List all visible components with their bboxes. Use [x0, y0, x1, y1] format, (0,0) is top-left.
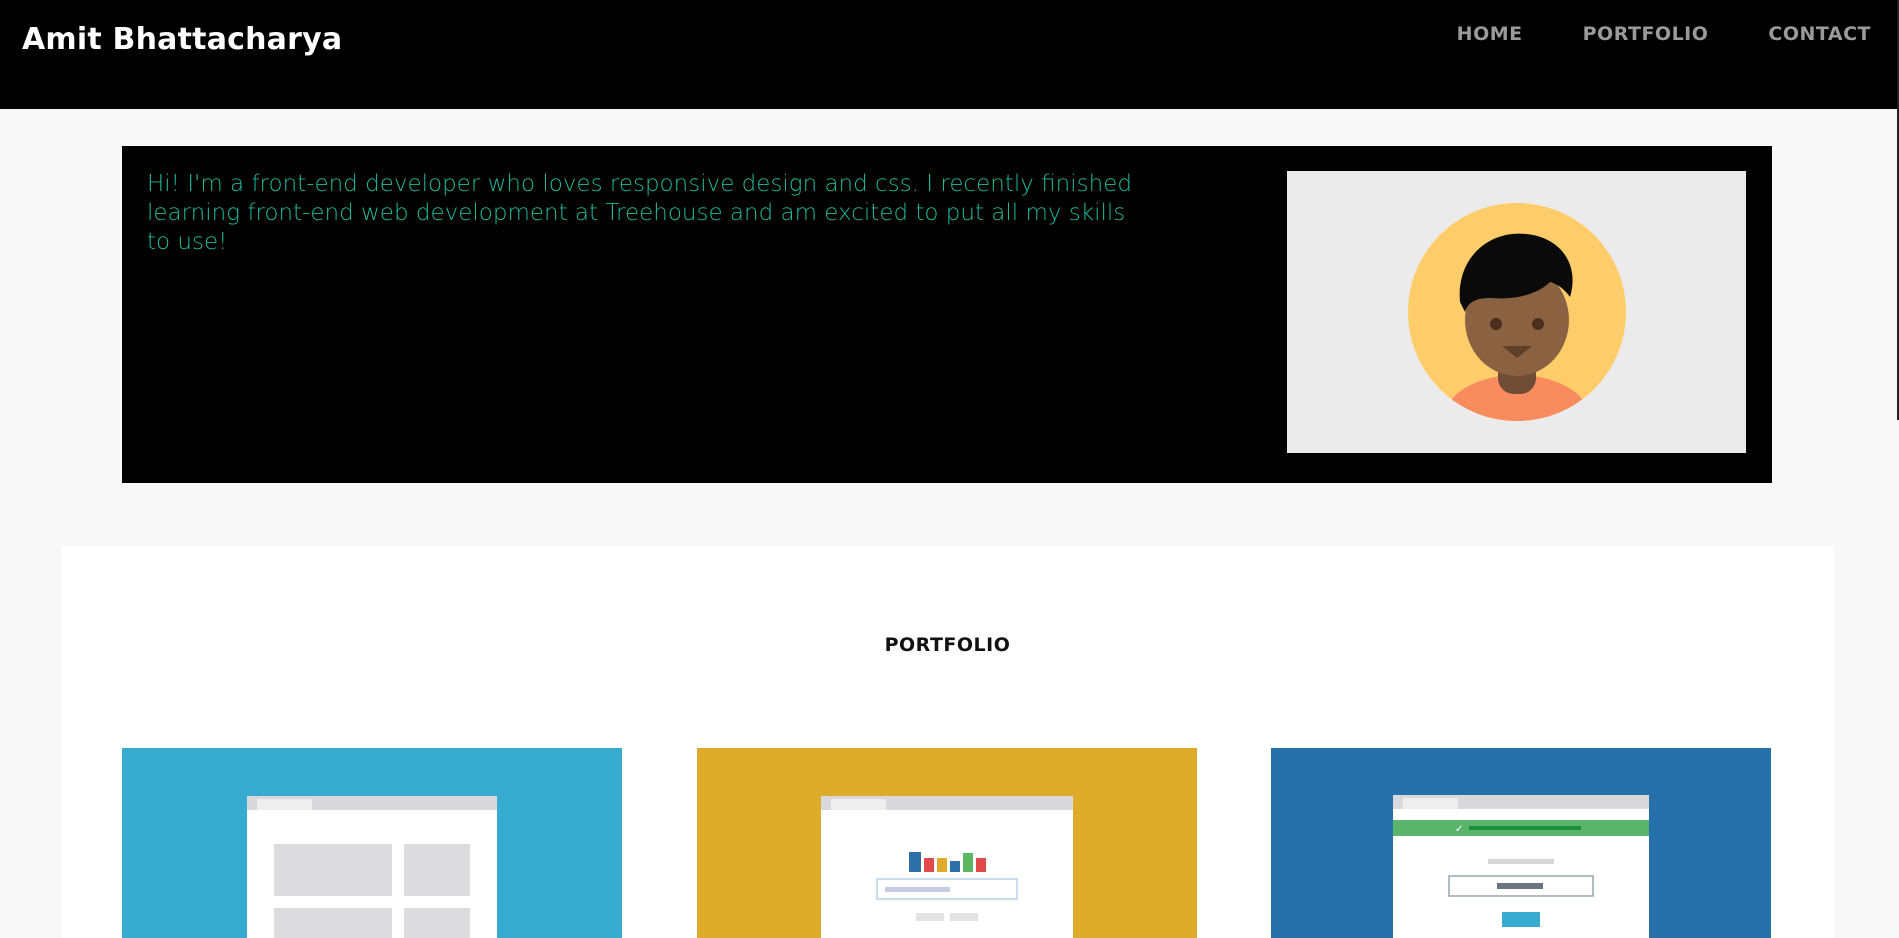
signup-form-thumbnail-icon: ✓ [1393, 795, 1649, 938]
svg-text:✓: ✓ [1455, 824, 1463, 835]
nav-home-link[interactable]: HOME [1457, 23, 1523, 45]
avatar-frame [1287, 171, 1746, 453]
nav-contact-link[interactable]: CONTACT [1768, 23, 1871, 45]
bar-chart-form-thumbnail-icon [821, 796, 1073, 938]
portfolio-section: PORTFOLIO ✓ [61, 546, 1834, 938]
main-nav: HOME PORTFOLIO CONTACT [1397, 23, 1871, 45]
avatar-illustration-icon [1408, 203, 1626, 421]
hero-section: Hi! I'm a front-end developer who loves … [122, 146, 1772, 483]
hero-intro-text: Hi! I'm a front-end developer who loves … [147, 171, 1132, 255]
site-brand[interactable]: Amit Bhattacharya [22, 22, 342, 57]
nav-portfolio-link[interactable]: PORTFOLIO [1583, 23, 1709, 45]
layout-grid-thumbnail-icon [247, 796, 497, 938]
portfolio-project-2[interactable] [697, 748, 1197, 938]
portfolio-project-1[interactable] [122, 748, 622, 938]
site-header: Amit Bhattacharya HOME PORTFOLIO CONTACT [0, 0, 1899, 109]
portfolio-project-3[interactable]: ✓ [1271, 748, 1771, 938]
portfolio-heading: PORTFOLIO [884, 634, 1011, 656]
